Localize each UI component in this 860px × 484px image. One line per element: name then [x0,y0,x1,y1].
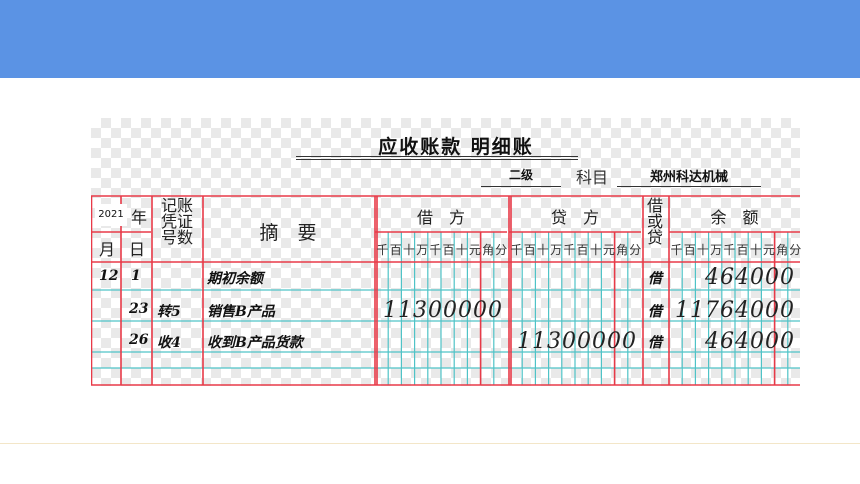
debit-header: 借 方 [416,208,465,227]
row2-day: 23 [129,301,149,317]
summary-header: 摘 要 [259,222,317,244]
row1-day: 1 [131,268,141,284]
digit-unit-label: 十 [589,243,602,257]
dc-header: 借 或 贷 [643,198,667,246]
row1-dc: 借 [648,271,662,287]
row2-dc: 借 [648,304,662,320]
year-value: 2021 [95,204,127,226]
row1-summary: 期初余额 [207,271,263,287]
digit-unit-label: 千 [376,243,389,257]
year-label: 年 [131,208,148,227]
subject-value: 郑州科达机械 [649,170,728,185]
digit-unit-label: 百 [683,243,696,257]
digit-unit-label: 千 [510,243,523,257]
header-banner [0,0,860,78]
digit-unit-label: 十 [749,243,762,257]
title-rule [296,156,578,157]
subject-label: 科目 [576,168,609,187]
row3-dc: 借 [648,335,662,351]
row1-month: 12 [99,268,119,284]
row3-day: 26 [129,332,149,348]
digit-unit-label: 十 [696,243,709,257]
balance-header: 余 额 [710,208,759,227]
month-header: 月 [98,240,115,259]
digit-unit-label: 角 [616,243,628,257]
subject-underline [617,186,761,187]
row2-balance: 11764000 [675,298,795,323]
digit-unit-label: 千 [723,243,735,257]
dc-header-line3: 贷 [646,228,663,247]
day-header: 日 [128,240,145,259]
row3-credit: 11300000 [517,329,637,354]
digit-unit-label: 元 [762,243,775,257]
level-text: 二级 [508,168,533,182]
digit-unit-label: 百 [389,243,402,257]
digit-unit-label: 千 [429,243,441,257]
digit-unit-label: 十 [455,243,468,257]
digit-unit-label: 十 [536,243,549,257]
row3-voucher: 收4 [157,335,181,351]
title-rule-lower [296,159,578,160]
level-underline [481,186,561,187]
digit-unit-label: 千 [670,243,683,257]
row3-summary: 收到B产品货款 [207,335,303,351]
voucher-header-line3: 号数 [160,228,193,247]
digit-unit-label: 元 [468,243,481,257]
digit-unit-label: 分 [789,243,801,257]
digit-unit-label: 元 [602,243,615,257]
row2-debit: 11300000 [383,298,503,323]
row1-balance: 464000 [705,265,795,290]
digit-unit-label: 百 [523,243,536,257]
digit-unit-label: 万 [416,243,428,257]
voucher-header: 记账 凭证 号数 [153,198,201,246]
digit-unit-label: 分 [495,243,507,257]
digit-unit-label: 百 [442,243,455,257]
digit-unit-label: 千 [563,243,575,257]
digit-unit-label: 十 [402,243,415,257]
digit-unit-label: 万 [550,243,562,257]
row3-balance: 464000 [705,329,795,354]
footer-divider [0,443,860,444]
credit-header: 贷 方 [550,208,599,227]
digit-unit-label: 角 [776,243,788,257]
digit-unit-label: 万 [710,243,722,257]
ledger-title: 应收账款 明细账 [378,136,534,158]
row2-voucher: 转5 [157,304,181,320]
digit-unit-label: 角 [482,243,494,257]
ledger-image: 应收账款 明细账 二级 科目 郑州科达机械 2021 年 月 日 记账 凭证 号… [91,118,801,386]
digit-unit-label: 百 [736,243,749,257]
digit-unit-label: 百 [576,243,589,257]
digit-unit-label: 分 [629,243,641,257]
row2-summary: 销售B产品 [207,304,275,320]
